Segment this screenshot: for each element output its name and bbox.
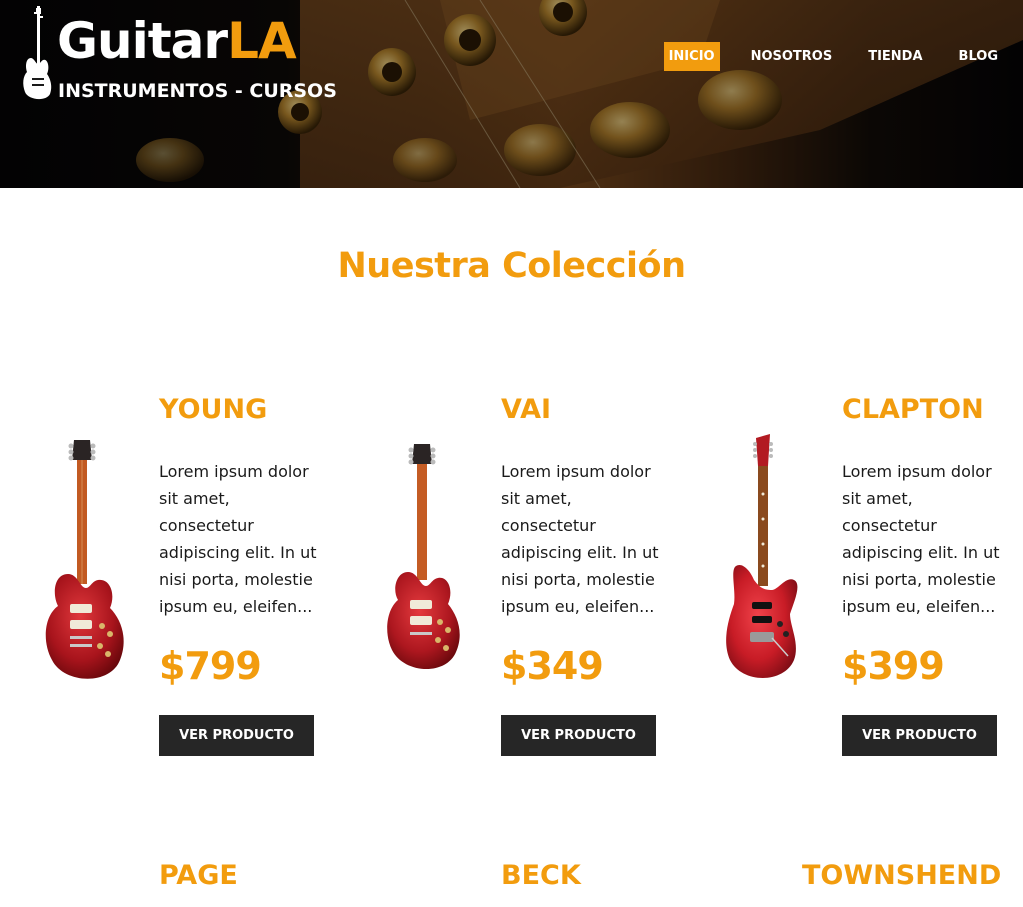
logo-text-accent: LA [227,12,297,70]
main-navigation: INICIO NOSOTROS TIENDA BLOG [663,42,1003,71]
site-header: GuitarLA INSTRUMENTOS - CURSOS INICIO NO… [0,0,1023,188]
product-price: $349 [501,644,604,688]
les-paul-guitar-icon [387,444,460,670]
view-product-button[interactable]: VER PRODUCTO [159,715,314,756]
view-product-button[interactable]: VER PRODUCTO [501,715,656,756]
nav-link-tienda[interactable]: TIENDA [863,42,927,71]
logo-wordmark: GuitarLA [57,16,297,66]
site-logo[interactable]: GuitarLA INSTRUMENTOS - CURSOS [22,6,337,106]
product-price: $799 [159,644,262,688]
product-name: PAGE [159,860,238,891]
nav-link-inicio[interactable]: INICIO [663,42,720,71]
nav-link-blog[interactable]: BLOG [954,42,1003,71]
product-description: Lorem ipsum dolor sit amet, consectetur … [159,462,317,616]
product-description: Lorem ipsum dolor sit amet, consectetur … [501,462,659,616]
product-name: YOUNG [159,394,268,425]
product-card: YOUNG Lorem ipsum dolor sit amet, consec… [40,394,380,784]
logo-text-main: Guitar [57,12,228,70]
les-paul-guitar-icon [45,440,124,679]
view-product-button[interactable]: VER PRODUCTO [842,715,997,756]
logo-subtitle: INSTRUMENTOS - CURSOS [58,80,337,102]
product-name: VAI [501,394,552,425]
product-price: $399 [842,644,945,688]
product-name: TOWNSHEND [802,860,1002,891]
product-description: Lorem ipsum dolor sit amet, consectetur … [842,462,1000,616]
guitar-icon [23,6,52,100]
superstrat-guitar-icon [726,434,798,678]
product-card: CLAPTON Lorem ipsum dolor sit amet, cons… [720,394,1023,784]
product-name: CLAPTON [842,394,984,425]
product-card: VAI Lorem ipsum dolor sit amet, consecte… [380,394,720,784]
product-name: BECK [501,860,581,891]
nav-link-nosotros[interactable]: NOSOTROS [746,42,838,71]
page-title: Nuestra Colección [337,246,687,286]
